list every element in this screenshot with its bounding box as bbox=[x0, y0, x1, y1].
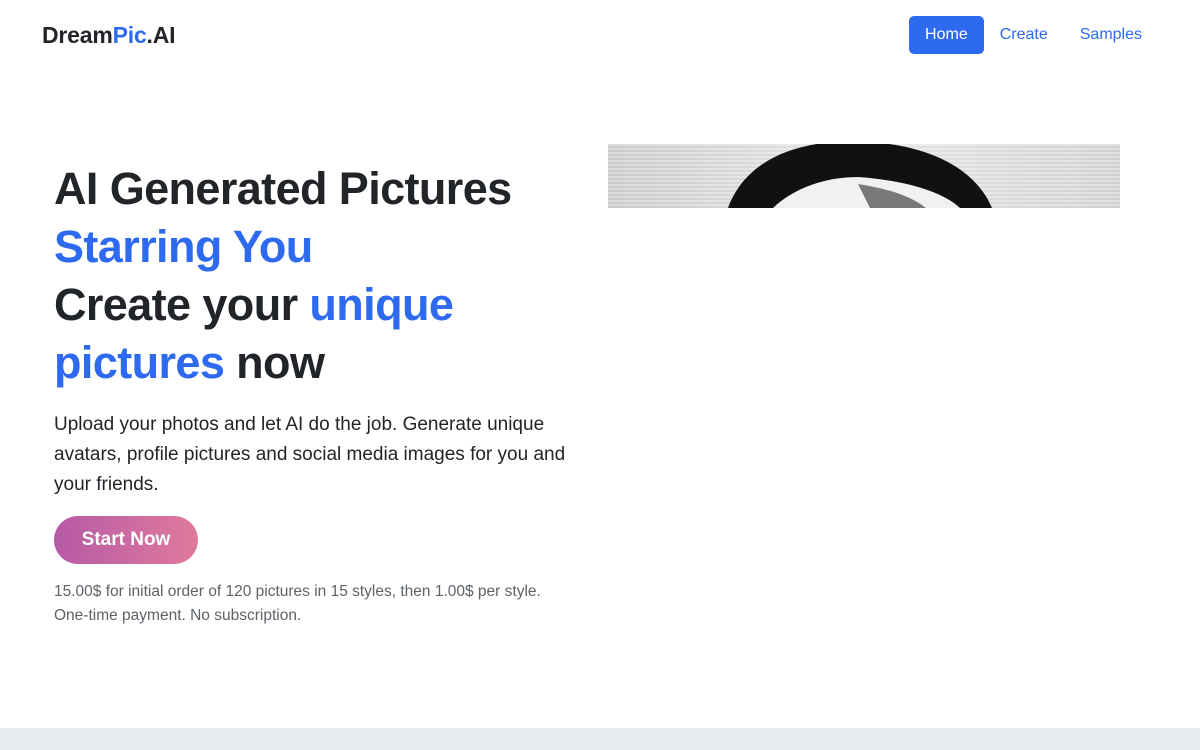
brand-part-ai: .AI bbox=[146, 22, 176, 48]
pricing-note: 15.00$ for initial order of 120 pictures… bbox=[54, 580, 594, 628]
main-nav: Home Create Samples bbox=[909, 16, 1158, 54]
headline-pictures: pictures bbox=[54, 337, 225, 388]
hero-portrait-image bbox=[608, 144, 1120, 208]
brand-part-dream: Dream bbox=[42, 22, 113, 48]
nav-home-link[interactable]: Home bbox=[909, 16, 984, 54]
brand-part-pic: Pic bbox=[112, 22, 147, 48]
pricing-line2: One-time payment. No subscription. bbox=[54, 607, 302, 624]
pricing-line1: 15.00$ for initial order of 120 pictures… bbox=[54, 583, 541, 600]
headline-line1: AI Generated Pictures bbox=[54, 163, 512, 214]
headline-line3-start: Create your bbox=[54, 279, 310, 330]
hero-headline: AI Generated Pictures Starring You Creat… bbox=[54, 160, 594, 392]
headline-now: now bbox=[224, 337, 325, 388]
hero-section: AI Generated Pictures Starring You Creat… bbox=[54, 160, 594, 628]
nav-samples-link[interactable]: Samples bbox=[1064, 16, 1158, 54]
portrait-image-graphic bbox=[608, 144, 1120, 208]
navbar: DreamPic.AI Home Create Samples bbox=[0, 0, 1200, 72]
headline-unique: unique bbox=[309, 279, 454, 330]
footer-band bbox=[0, 728, 1200, 750]
nav-create-link[interactable]: Create bbox=[984, 16, 1064, 54]
hero-description: Upload your photos and let AI do the job… bbox=[54, 414, 566, 495]
headline-line2: Starring You bbox=[54, 221, 313, 272]
brand-logo[interactable]: DreamPic.AI bbox=[42, 22, 176, 49]
start-now-button[interactable]: Start Now bbox=[54, 516, 198, 564]
